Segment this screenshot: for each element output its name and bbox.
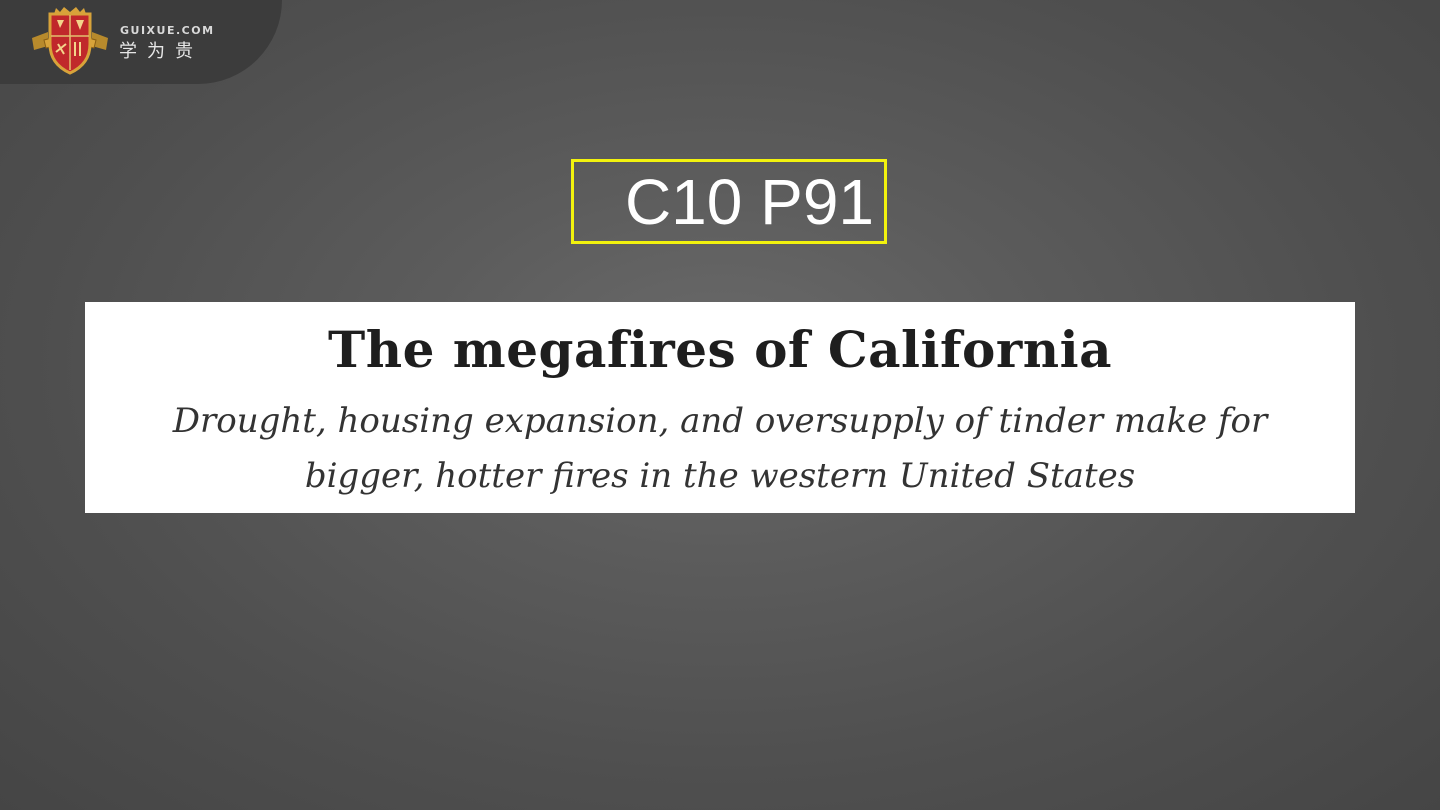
article-subtitle-line: Drought, housing expansion, and oversupp…	[172, 401, 1268, 441]
shield-crest-icon	[32, 7, 108, 75]
article-subtitle-line: bigger, hotter fires in the western Unit…	[304, 456, 1136, 496]
article-headline-card: The megafires of California Drought, hou…	[85, 302, 1355, 513]
article-title: The megafires of California	[328, 320, 1112, 379]
page-code: C10 P91	[624, 165, 874, 238]
site-domain: GUIXUE.COM	[120, 24, 215, 37]
site-name: 学为贵	[119, 41, 203, 62]
article-subtitle: Drought, housing expansion, and oversupp…	[85, 394, 1355, 504]
page-code-box: C10 P91	[571, 159, 887, 244]
brand-logo-tab: GUIXUE.COM 学为贵	[0, 0, 282, 84]
